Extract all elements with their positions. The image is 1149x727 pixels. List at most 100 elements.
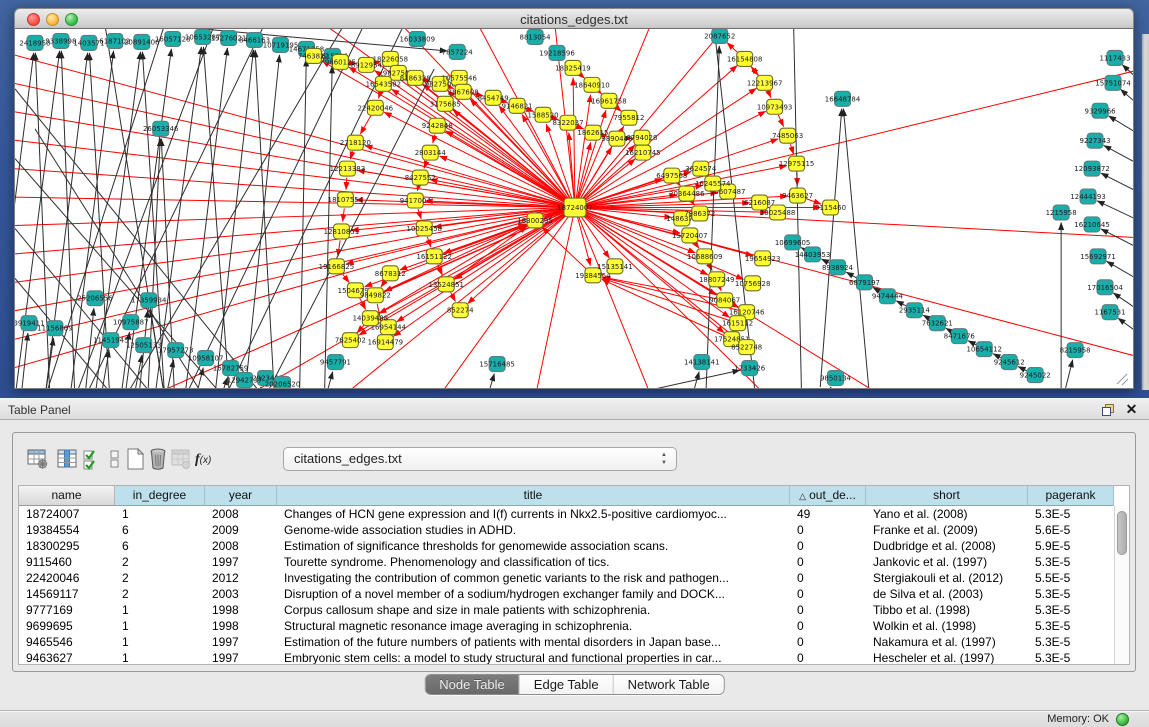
table-cell[interactable]: Yano et al. (2008)	[866, 506, 1028, 522]
graph-edge[interactable]	[15, 53, 34, 388]
graph-edge[interactable]	[22, 333, 28, 388]
table-cell[interactable]: 0	[790, 650, 866, 664]
table-cell[interactable]: 5.3E-5	[1028, 506, 1114, 522]
table-cell[interactable]: Disruption of a novel member of a sodium…	[277, 586, 790, 602]
graph-edge[interactable]	[328, 372, 333, 388]
graph-edge[interactable]	[790, 144, 793, 154]
table-cell[interactable]: Corpus callosum shape and size in male p…	[277, 602, 790, 618]
table-cell[interactable]: 5.3E-5	[1028, 602, 1114, 618]
graph-edge[interactable]	[325, 66, 333, 388]
table-cell[interactable]: 14569117	[19, 586, 115, 602]
graph-edge[interactable]	[1065, 360, 1072, 388]
graph-edge[interactable]	[768, 91, 771, 97]
graph-edge[interactable]	[443, 224, 526, 254]
table-cell[interactable]: 5.5E-5	[1028, 570, 1114, 586]
table-cell[interactable]: Structural magnetic resonance image aver…	[277, 618, 790, 634]
table-cell[interactable]: Estimation of the future numbers of pati…	[277, 634, 790, 650]
graph-edge[interactable]	[1097, 201, 1133, 219]
show-column-icon[interactable]	[55, 447, 79, 471]
table-cell[interactable]: 5.9E-5	[1028, 538, 1114, 554]
table-cell[interactable]: Changes of HCN gene expression and I(f) …	[277, 506, 790, 522]
graph-edge[interactable]	[417, 186, 418, 190]
graph-edge[interactable]	[576, 95, 590, 199]
graph-edge[interactable]	[1104, 145, 1133, 162]
table-cell[interactable]: Embryonic stem cells: a model to study s…	[277, 650, 790, 664]
table-cell[interactable]: 2008	[205, 538, 277, 554]
table-cell[interactable]: 0	[790, 522, 866, 538]
graph-edge[interactable]	[575, 69, 1133, 208]
graph-edge[interactable]	[418, 209, 421, 219]
table-cell[interactable]: 2	[115, 554, 205, 570]
table-cell[interactable]: 5.3E-5	[1028, 650, 1114, 664]
graph-edge[interactable]	[1118, 318, 1133, 335]
table-cell[interactable]: de Silva et al. (2003)	[866, 586, 1028, 602]
network-canvas[interactable]: 2418950933899814035716187102208914061605…	[14, 29, 1134, 389]
graph-edge[interactable]	[46, 53, 88, 388]
table-cell[interactable]: 5.3E-5	[1028, 554, 1114, 570]
graph-edge[interactable]	[720, 288, 721, 291]
table-cell[interactable]: 2	[115, 586, 205, 602]
float-panel-icon[interactable]	[1101, 403, 1115, 417]
graph-edge[interactable]	[185, 29, 365, 388]
graph-edge[interactable]	[156, 47, 201, 388]
graph-edge[interactable]	[821, 259, 829, 263]
table-scrollbar[interactable]	[1114, 506, 1129, 664]
table-cell[interactable]: 1	[115, 634, 205, 650]
table-cell[interactable]: 18300295	[19, 538, 115, 554]
graph-edge[interactable]	[342, 273, 349, 282]
table-cell[interactable]: Tibbo et al. (1998)	[866, 602, 1028, 618]
table-cell[interactable]: 0	[790, 538, 866, 554]
column-header-year[interactable]: year	[205, 486, 277, 506]
table-cell[interactable]: Dudbridge et al. (2008)	[866, 538, 1028, 554]
table-cell[interactable]: Tourette syndrome. Phenomenology and cla…	[277, 554, 790, 570]
tab-node-table[interactable]: Node Table	[425, 675, 520, 694]
table-cell[interactable]: 0	[790, 602, 866, 618]
memory-status-indicator[interactable]	[1116, 713, 1129, 726]
resize-grip[interactable]	[1117, 374, 1128, 385]
table-cell[interactable]: 1997	[205, 554, 277, 570]
graph-edge[interactable]	[968, 341, 976, 345]
graph-edge[interactable]	[203, 47, 229, 388]
table-row[interactable]: 946554611997Estimation of the future num…	[19, 634, 1114, 650]
table-cell[interactable]: 22420046	[19, 570, 115, 586]
graph-edge[interactable]	[1109, 116, 1133, 132]
table-cell[interactable]: 0	[790, 570, 866, 586]
table-cell[interactable]: 18724007	[19, 506, 115, 522]
table-cell[interactable]: 9465546	[19, 634, 115, 650]
graph-edge[interactable]	[300, 59, 307, 388]
graph-edge[interactable]	[381, 281, 385, 287]
graph-edge[interactable]	[1121, 89, 1133, 103]
table-cell[interactable]: Hescheler et al. (1997)	[866, 650, 1028, 664]
graph-edge[interactable]	[896, 301, 906, 306]
delete-table-icon[interactable]	[146, 447, 170, 471]
table-cell[interactable]: 19384554	[19, 522, 115, 538]
graph-edge[interactable]	[15, 47, 575, 208]
network-graph[interactable]: 2418950933899814035716187102208914061605…	[15, 29, 1133, 388]
graph-edge[interactable]	[923, 315, 929, 319]
tab-edge-table[interactable]: Edge Table	[520, 675, 614, 694]
table-scrollbar-thumb[interactable]	[1117, 511, 1127, 555]
network-window-titlebar[interactable]: citations_edges.txt	[14, 8, 1134, 29]
table-cell[interactable]: 9115460	[19, 554, 115, 570]
graph-edge[interactable]	[86, 308, 94, 388]
graph-edge[interactable]	[384, 112, 567, 203]
function-builder-icon[interactable]: f(x)	[195, 450, 225, 474]
graph-edge[interactable]	[260, 387, 262, 388]
graph-edge[interactable]	[993, 354, 1001, 358]
graph-edge[interactable]	[577, 142, 591, 198]
table-row[interactable]: 969969511998Structural magnetic resonanc…	[19, 618, 1114, 634]
table-cell[interactable]: 0	[790, 586, 866, 602]
table-selector-dropdown[interactable]: citations_edges.txt ▲▼	[283, 447, 677, 471]
graph-edge[interactable]	[346, 178, 347, 190]
graph-edge[interactable]	[1101, 229, 1133, 246]
table-row[interactable]: 1938455462009Genome-wide association stu…	[19, 522, 1114, 538]
table-cell[interactable]: 1997	[205, 634, 277, 650]
graph-edge[interactable]	[360, 116, 371, 134]
table-cell[interactable]: 0	[790, 618, 866, 634]
table-cell[interactable]: 49	[790, 506, 866, 522]
table-cell[interactable]: 2012	[205, 570, 277, 586]
graph-edge[interactable]	[1101, 173, 1133, 190]
table-row[interactable]: 2242004622012Investigating the contribut…	[19, 570, 1114, 586]
table-cell[interactable]: 1998	[205, 602, 277, 618]
table-row[interactable]: 1830029562008Estimation of significance …	[19, 538, 1114, 554]
